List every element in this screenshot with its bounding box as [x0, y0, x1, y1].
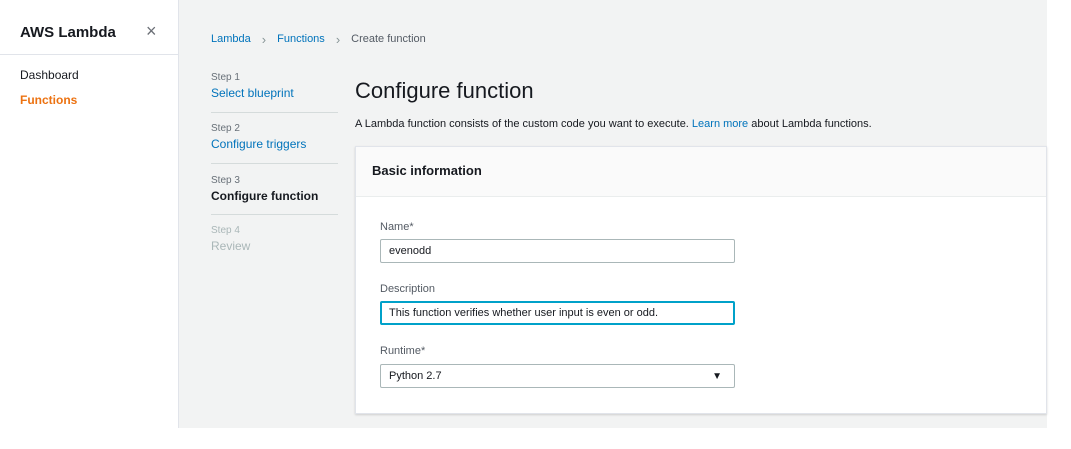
panel-header: Basic information: [356, 147, 1046, 197]
basic-information-panel: Basic information Name* evenodd Descript…: [355, 146, 1047, 414]
step-1[interactable]: Step 1 Select blueprint: [211, 72, 338, 101]
description-input[interactable]: This function verifies whether user inpu…: [380, 301, 735, 325]
runtime-select[interactable]: Python 2.7 ▼: [380, 364, 735, 388]
page-title: Configure function: [355, 78, 534, 103]
step-link-configure-triggers[interactable]: Configure triggers: [211, 137, 338, 152]
step-number: Step 4: [211, 225, 240, 236]
name-label: Name*: [380, 221, 414, 233]
step-2[interactable]: Step 2 Configure triggers: [211, 123, 338, 152]
runtime-selected-value: Python 2.7: [389, 370, 442, 382]
runtime-label: Runtime*: [380, 345, 426, 357]
learn-more-link[interactable]: Learn more: [692, 118, 748, 130]
page-description: A Lambda function consists of the custom…: [355, 118, 872, 130]
description-label: Description: [380, 283, 436, 295]
step-link-select-blueprint[interactable]: Select blueprint: [211, 86, 338, 101]
app-window: AWS Lambda × Dashboard Functions Lambda …: [0, 0, 1071, 449]
step-number: Step 3: [211, 175, 240, 186]
breadcrumb: Lambda › Functions › Create function: [211, 31, 426, 47]
dropdown-arrow-icon: ▼: [712, 371, 722, 382]
step-review: Review: [211, 239, 251, 253]
breadcrumb-current: Create function: [351, 33, 426, 45]
sidebar-item-functions[interactable]: Functions: [20, 93, 77, 107]
step-number: Step 2: [211, 123, 240, 134]
panel-title: Basic information: [372, 163, 482, 178]
close-icon[interactable]: ×: [146, 22, 157, 40]
description-text-suffix: about Lambda functions.: [748, 118, 872, 130]
name-input[interactable]: evenodd: [380, 239, 735, 263]
sidebar-title: AWS Lambda: [20, 24, 116, 41]
step-current-configure-function: Configure function: [211, 189, 319, 203]
step-number: Step 1: [211, 72, 240, 83]
sidebar-header: AWS Lambda ×: [0, 0, 178, 54]
step-4: Step 4 Review: [211, 225, 338, 254]
breadcrumb-lambda[interactable]: Lambda: [211, 33, 251, 45]
description-text: A Lambda function consists of the custom…: [355, 118, 692, 130]
step-3: Step 3 Configure function: [211, 175, 338, 204]
breadcrumb-separator-icon: ›: [261, 31, 267, 47]
breadcrumb-separator-icon: ›: [335, 31, 341, 47]
step-divider: [211, 163, 338, 164]
step-divider: [211, 112, 338, 113]
sidebar-divider: [0, 54, 178, 55]
step-divider: [211, 214, 338, 215]
breadcrumb-functions[interactable]: Functions: [277, 33, 325, 45]
sidebar-item-dashboard[interactable]: Dashboard: [20, 68, 79, 82]
sidebar: AWS Lambda × Dashboard Functions: [0, 0, 179, 428]
